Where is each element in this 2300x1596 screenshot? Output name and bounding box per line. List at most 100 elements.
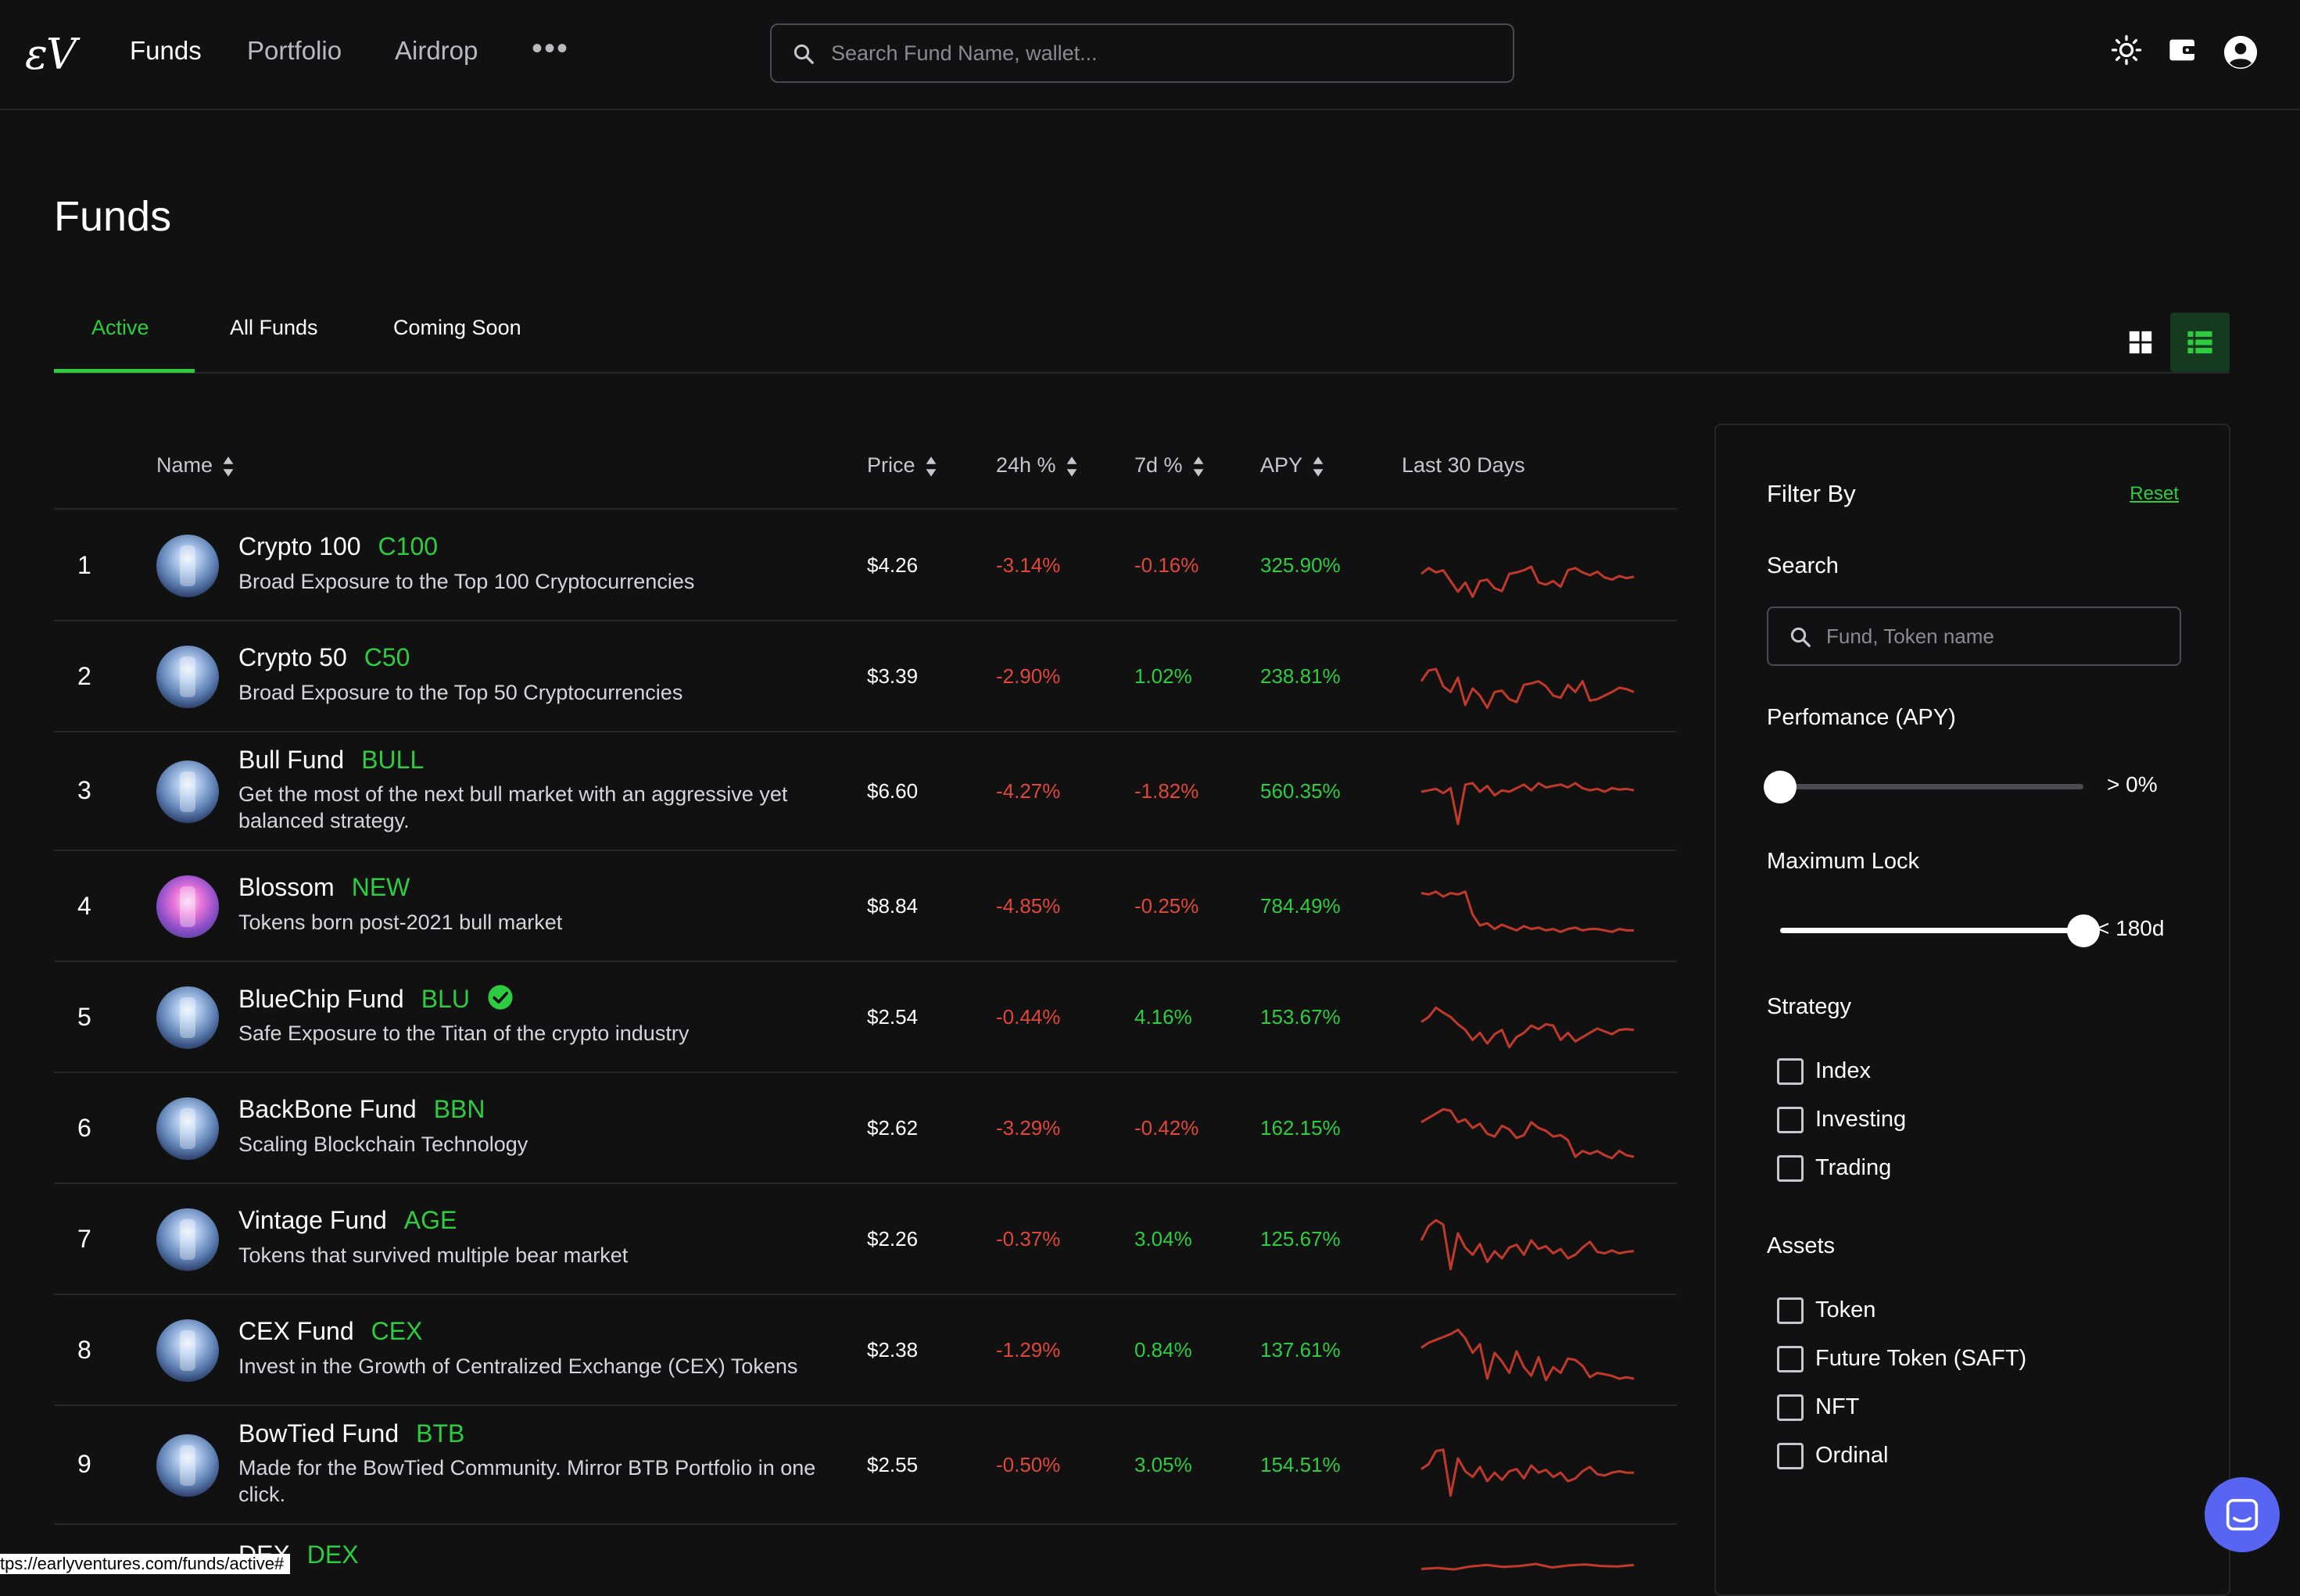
tab-coming-soon[interactable]: Coming Soon [393,316,521,340]
fund-ticker: BLU [421,985,470,1013]
column-header-7d[interactable]: 7d % [1134,453,1205,478]
asset-nft-label[interactable]: NFT [1815,1394,1859,1420]
tab-active[interactable]: Active [91,316,149,340]
asset-nft-checkbox[interactable] [1777,1394,1804,1421]
strategy-investing-label[interactable]: Investing [1815,1107,1906,1133]
fund-ticker: NEW [351,873,410,901]
more-menu-icon[interactable]: ••• [532,31,569,66]
search-icon [794,44,814,64]
sparkline-series [1420,1448,1634,1498]
asset-future-token-label[interactable]: Future Token (SAFT) [1815,1346,2026,1372]
fund-price: $2.55 [867,1453,919,1476]
list-view-button[interactable] [2170,313,2230,372]
strategy-index-label[interactable]: Index [1815,1058,1871,1084]
filter-search-input[interactable] [1825,621,2169,652]
fund-name[interactable]: Bull Fund BULL [238,746,424,775]
wallet-icon[interactable] [2167,34,2198,66]
lock-slider-handle[interactable] [2067,914,2100,947]
fund-avatar [156,760,219,823]
fund-rank: 9 [77,1450,91,1478]
fund-name-label: CEX Fund [238,1317,354,1345]
asset-token-label[interactable]: Token [1815,1297,1875,1323]
sparkline-series [1420,1108,1635,1160]
filter-search-box[interactable] [1767,607,2181,666]
fund-price: $6.60 [867,779,919,803]
asset-ordinal-checkbox[interactable] [1777,1443,1804,1469]
fund-change-7d: 0.84% [1134,1338,1192,1362]
fund-description: Broad Exposure to the Top 50 Cryptocurre… [238,681,683,704]
fund-row[interactable]: 8 CEX Fund CEX Invest in the Growth of Ce… [54,1295,1677,1406]
fund-name[interactable]: BlueChip Fund BLU [238,984,514,1014]
fund-price: $2.54 [867,1005,919,1029]
fund-name[interactable]: Crypto 100 C100 [238,532,438,561]
fund-row[interactable]: 3 Bull Fund BULL Get the most of the next… [54,732,1677,851]
apy-slider-handle[interactable] [1764,771,1797,803]
fund-apy: 784.49% [1260,894,1341,918]
fund-ticker: AGE [403,1206,457,1234]
nav-link-funds[interactable]: Funds [130,36,202,66]
sparkline-chart [1420,782,1635,825]
fund-change-24h: -2.90% [996,664,1061,688]
theme-toggle-sun-icon[interactable] [2111,34,2142,66]
apy-slider-track[interactable] [1780,784,2083,789]
fund-change-24h: -3.14% [996,553,1061,577]
strategy-investing-checkbox[interactable] [1777,1107,1804,1133]
search-icon [1790,627,1811,647]
fund-row[interactable]: 4 Blossom NEW Tokens born post-2021 bull … [54,851,1677,962]
column-header-24h[interactable]: 24h % [996,453,1078,478]
column-header-apy[interactable]: APY [1260,453,1324,478]
strategy-trading-checkbox[interactable] [1777,1155,1804,1182]
fund-avatar [156,986,219,1049]
strategy-index-checkbox[interactable] [1777,1058,1804,1085]
fund-description: Invest in the Growth of Centralized Exch… [238,1354,798,1378]
fund-name[interactable]: Vintage Fund AGE [238,1206,457,1235]
sparkline-chart [1420,1006,1635,1049]
fund-row[interactable]: 6 BackBone Fund BBN Scaling Blockchain Te… [54,1073,1677,1184]
tab-all-funds[interactable]: All Funds [230,316,318,340]
fund-row[interactable]: 7 Vintage Fund AGE Tokens that survived m… [54,1184,1677,1295]
reset-filters-link[interactable]: Reset [2130,483,2179,505]
asset-ordinal-label[interactable]: Ordinal [1815,1443,1889,1469]
fund-avatar [156,535,219,597]
fund-row[interactable]: DEXDEX [54,1525,1677,1574]
fund-change-7d: -0.16% [1134,553,1199,577]
sparkline-chart [1420,1218,1635,1271]
global-search-input[interactable] [829,36,1486,70]
fund-row[interactable]: 5 BlueChip Fund BLU Safe Exposure to the … [54,962,1677,1073]
brand-logo[interactable]: εV [25,30,77,79]
fund-name[interactable]: Blossom NEW [238,873,410,902]
grid-view-button[interactable] [2111,313,2170,372]
fund-row[interactable]: 9 BowTied Fund BTB Made for the BowTied C… [54,1406,1677,1525]
fund-change-24h: -1.29% [996,1338,1061,1362]
fund-name[interactable]: CEX Fund CEX [238,1317,422,1346]
sparkline-series [1420,565,1635,599]
assets-filter-label: Assets [1767,1233,1836,1258]
fund-name[interactable]: BackBone Fund BBN [238,1095,485,1124]
column-header-name[interactable]: Name [156,453,235,478]
nav-link-airdrop[interactable]: Airdrop [395,36,478,66]
asset-token-checkbox[interactable] [1777,1297,1804,1324]
fund-row[interactable]: 2 Crypto 50 C50 Broad Exposure to the Top… [54,621,1677,732]
fund-change-7d: -0.42% [1134,1116,1199,1140]
fund-name[interactable]: Crypto 50 C50 [238,643,410,672]
sparkline-series [1420,1562,1635,1571]
fund-change-7d: -0.25% [1134,894,1199,918]
fund-description: Tokens that survived multiple bear marke… [238,1244,629,1267]
strategy-trading-label[interactable]: Trading [1815,1155,1891,1181]
asset-future-token-checkbox[interactable] [1777,1346,1804,1372]
chat-icon [2226,1498,2259,1531]
fund-apy: 238.81% [1260,664,1341,688]
account-avatar-icon[interactable] [2223,34,2259,70]
fund-ticker: C100 [378,532,439,560]
global-search-box[interactable] [770,23,1514,83]
fund-row[interactable]: 1 Crypto 100 C100 Broad Exposure to the T… [54,510,1677,621]
support-chat-button[interactable] [2205,1477,2280,1552]
fund-price: $3.39 [867,664,919,688]
column-header-price[interactable]: Price [867,453,937,478]
fund-change-7d: 4.16% [1134,1005,1192,1029]
lock-slider-fill [1780,928,2083,933]
nav-link-portfolio[interactable]: Portfolio [247,36,342,66]
column-header-apy-label: APY [1260,453,1303,477]
fund-price: $2.26 [867,1227,919,1251]
fund-name[interactable]: BowTied Fund BTB [238,1419,464,1448]
